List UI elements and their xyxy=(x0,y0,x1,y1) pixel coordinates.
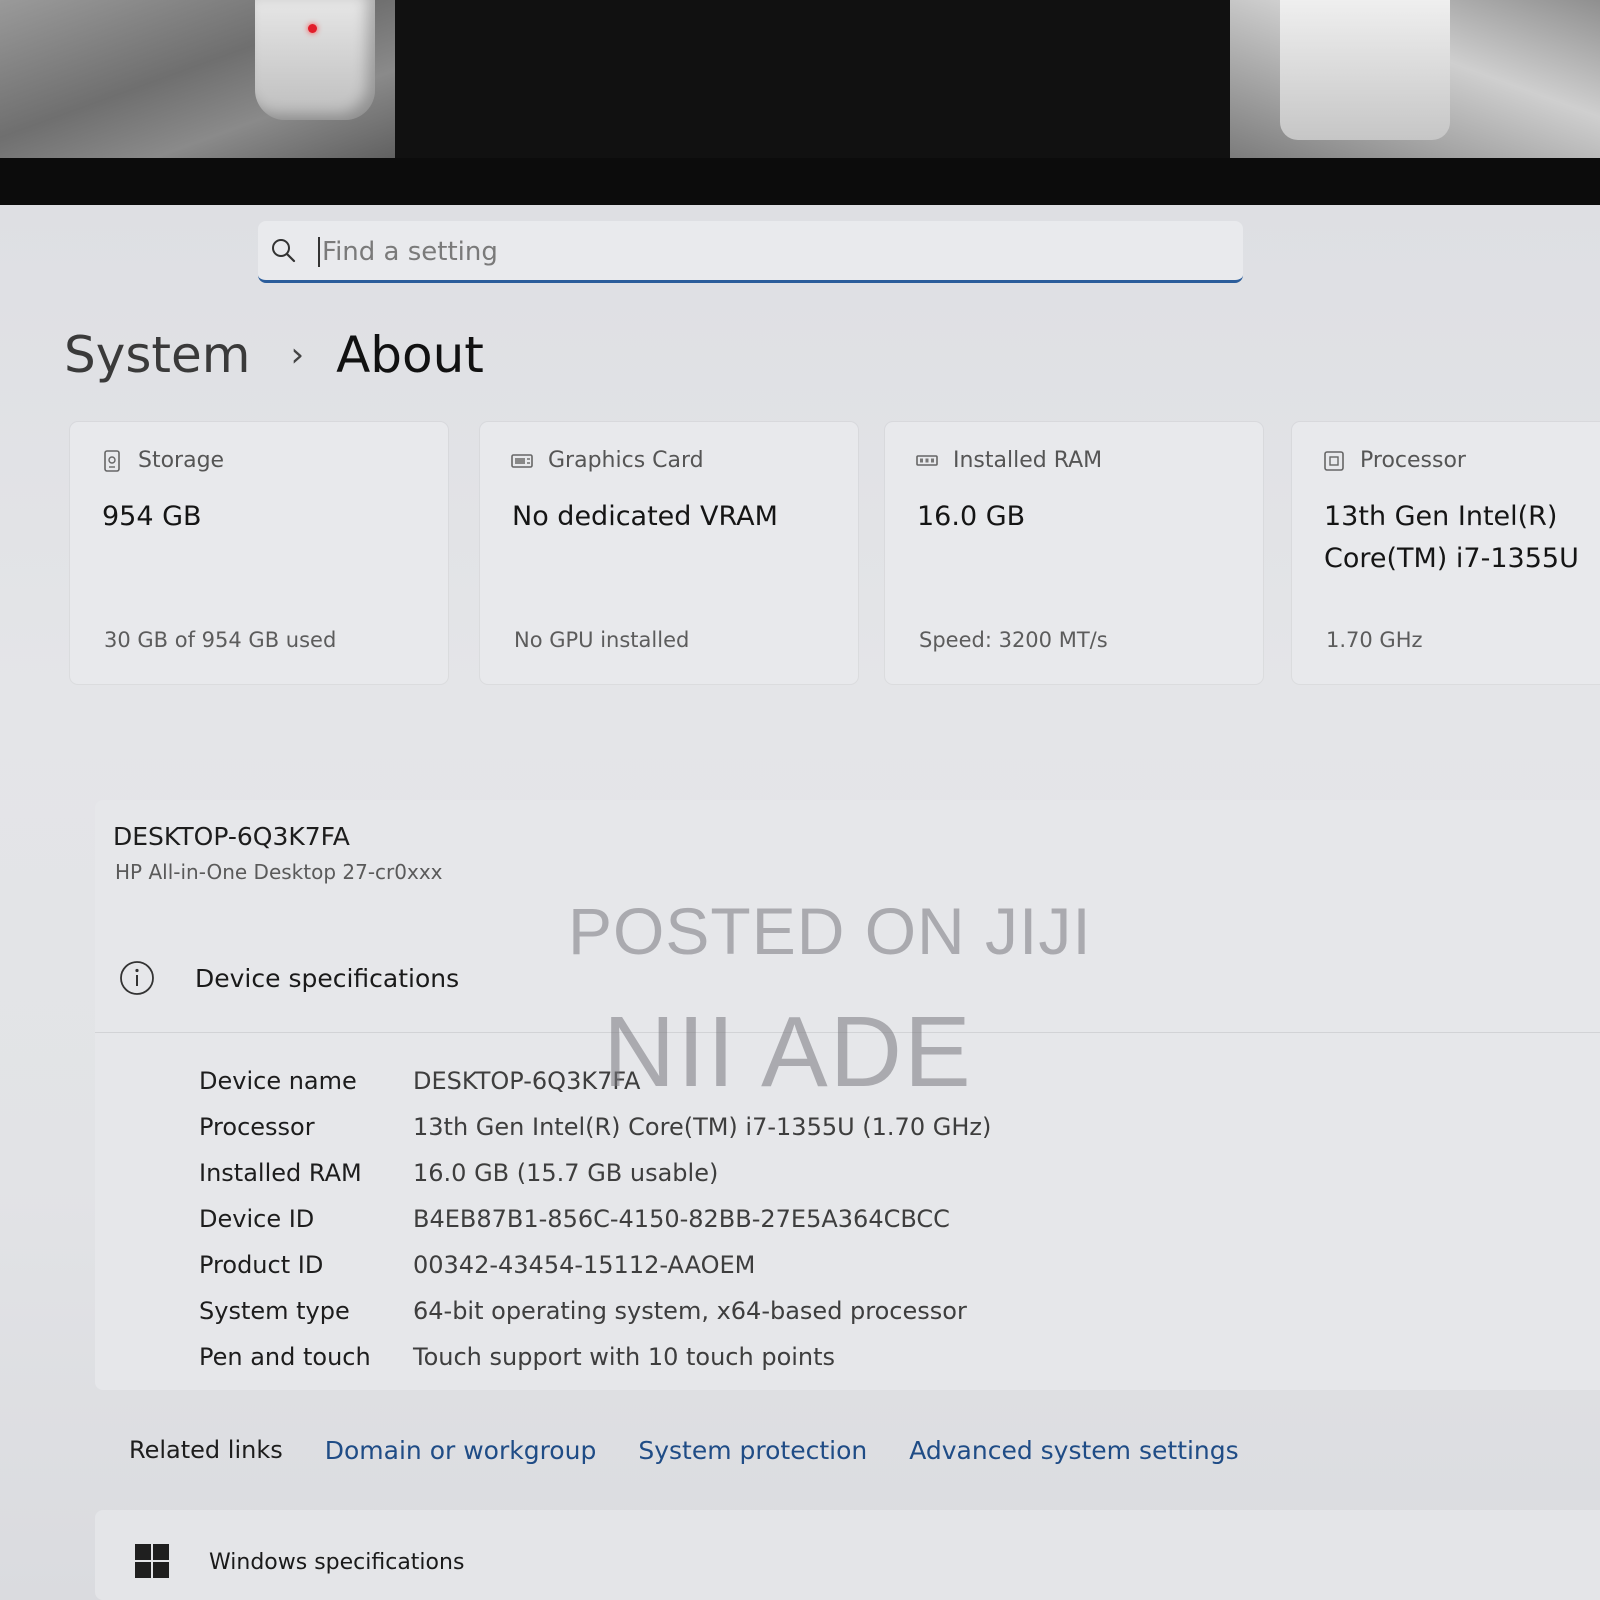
installed-ram-card[interactable]: Installed RAM 16.0 GB Speed: 3200 MT/s xyxy=(885,422,1263,684)
search-box[interactable] xyxy=(258,221,1243,283)
chevron-right-icon: › xyxy=(290,335,305,375)
card-subtext: 1.70 GHz xyxy=(1326,628,1423,652)
monitor-bezel xyxy=(0,158,1600,205)
storage-card[interactable]: Storage 954 GB 30 GB of 954 GB used xyxy=(70,422,448,684)
processor-card[interactable]: Processor 13th Gen Intel(R) Core(TM) i7-… xyxy=(1292,422,1600,684)
card-label: Graphics Card xyxy=(548,448,704,473)
windows-specifications-title: Windows specifications xyxy=(209,1550,465,1575)
wall-plug xyxy=(255,0,375,120)
spec-row-processor: Processor 13th Gen Intel(R) Core(TM) i7-… xyxy=(199,1104,991,1150)
breadcrumb: System › About xyxy=(64,320,484,390)
spec-value: 13th Gen Intel(R) Core(TM) i7-1355U (1.7… xyxy=(413,1113,992,1141)
card-value: 13th Gen Intel(R) Core(TM) i7-1355U xyxy=(1324,501,1579,574)
spec-key: Device name xyxy=(199,1067,357,1095)
info-icon xyxy=(120,961,154,995)
card-subtext: No GPU installed xyxy=(514,628,690,652)
spec-table: Device name DESKTOP-6Q3K7FA Processor 13… xyxy=(199,1058,991,1380)
ram-icon xyxy=(916,454,938,466)
related-links-title: Related links xyxy=(129,1436,283,1464)
card-header: Storage xyxy=(100,448,224,473)
spec-value: 16.0 GB (15.7 GB usable) xyxy=(413,1159,719,1187)
storage-icon xyxy=(104,449,120,472)
spec-key: Processor xyxy=(199,1113,315,1141)
card-label: Storage xyxy=(138,448,225,473)
card-subtext: 30 GB of 954 GB used xyxy=(104,628,337,652)
windows-specifications-header[interactable]: Windows specifications xyxy=(95,1510,1600,1600)
monitor-surroundings xyxy=(0,0,1600,205)
processor-icon xyxy=(1324,450,1344,471)
settings-window: System › About Storage 954 GB 30 GB of 9… xyxy=(0,205,1600,1600)
card-value: 16.0 GB xyxy=(917,501,1026,532)
card-label: Processor xyxy=(1360,448,1466,473)
device-info-panel: DESKTOP-6Q3K7FA HP All-in-One Desktop 27… xyxy=(95,800,1600,1390)
spec-row-system-type: System type 64-bit operating system, x64… xyxy=(199,1288,991,1334)
spec-key: Pen and touch xyxy=(199,1343,371,1371)
divider xyxy=(95,1032,1600,1033)
spec-row-installed-ram: Installed RAM 16.0 GB (15.7 GB usable) xyxy=(199,1150,991,1196)
device-model: HP All-in-One Desktop 27-cr0xxx xyxy=(115,860,443,884)
spec-key: Device ID xyxy=(199,1205,315,1233)
domain-or-workgroup-link[interactable]: Domain or workgroup xyxy=(325,1436,597,1465)
spec-row-pen-and-touch: Pen and touch Touch support with 10 touc… xyxy=(199,1334,991,1380)
hardware-summary-cards: Storage 954 GB 30 GB of 954 GB used Grap… xyxy=(70,422,1600,684)
spec-row-device-name: Device name DESKTOP-6Q3K7FA xyxy=(199,1058,991,1104)
windows-logo-icon xyxy=(135,1544,169,1578)
spec-value: Touch support with 10 touch points xyxy=(413,1343,836,1371)
card-header: Graphics Card xyxy=(510,448,704,473)
related-links-bar: Related links Domain or workgroup System… xyxy=(95,1410,1600,1490)
wall-switch xyxy=(1280,0,1450,140)
plug-indicator-light xyxy=(308,24,317,33)
spec-key: Product ID xyxy=(199,1251,324,1279)
card-value: 954 GB xyxy=(102,501,202,532)
card-subtext: Speed: 3200 MT/s xyxy=(919,628,1108,652)
device-hostname: DESKTOP-6Q3K7FA xyxy=(113,822,350,851)
graphics-card-icon xyxy=(511,453,533,468)
spec-key: System type xyxy=(199,1297,350,1325)
search-icon xyxy=(272,239,296,263)
spec-key: Installed RAM xyxy=(199,1159,362,1187)
device-specifications-header[interactable]: Device specifications xyxy=(119,960,459,996)
spec-value: B4EB87B1-856C-4150-82BB-27E5A364CBCC xyxy=(413,1205,950,1233)
page-title: About xyxy=(336,326,484,384)
spec-row-product-id: Product ID 00342-43454-15112-AAOEM xyxy=(199,1242,991,1288)
spec-value: 64-bit operating system, x64-based proce… xyxy=(413,1297,967,1325)
card-value: No dedicated VRAM xyxy=(512,501,778,532)
card-label: Installed RAM xyxy=(953,448,1103,473)
breadcrumb-system-link[interactable]: System xyxy=(64,326,250,384)
card-header: Installed RAM xyxy=(915,448,1102,473)
spec-value: 00342-43454-15112-AAOEM xyxy=(413,1251,756,1279)
advanced-system-settings-link[interactable]: Advanced system settings xyxy=(909,1436,1238,1465)
system-protection-link[interactable]: System protection xyxy=(638,1436,867,1465)
spec-row-device-id: Device ID B4EB87B1-856C-4150-82BB-27E5A3… xyxy=(199,1196,991,1242)
device-specifications-title: Device specifications xyxy=(195,963,460,993)
spec-value: DESKTOP-6Q3K7FA xyxy=(413,1067,641,1095)
graphics-card-card[interactable]: Graphics Card No dedicated VRAM No GPU i… xyxy=(480,422,858,684)
card-header: Processor xyxy=(1322,448,1466,473)
search-input[interactable] xyxy=(320,231,1204,273)
